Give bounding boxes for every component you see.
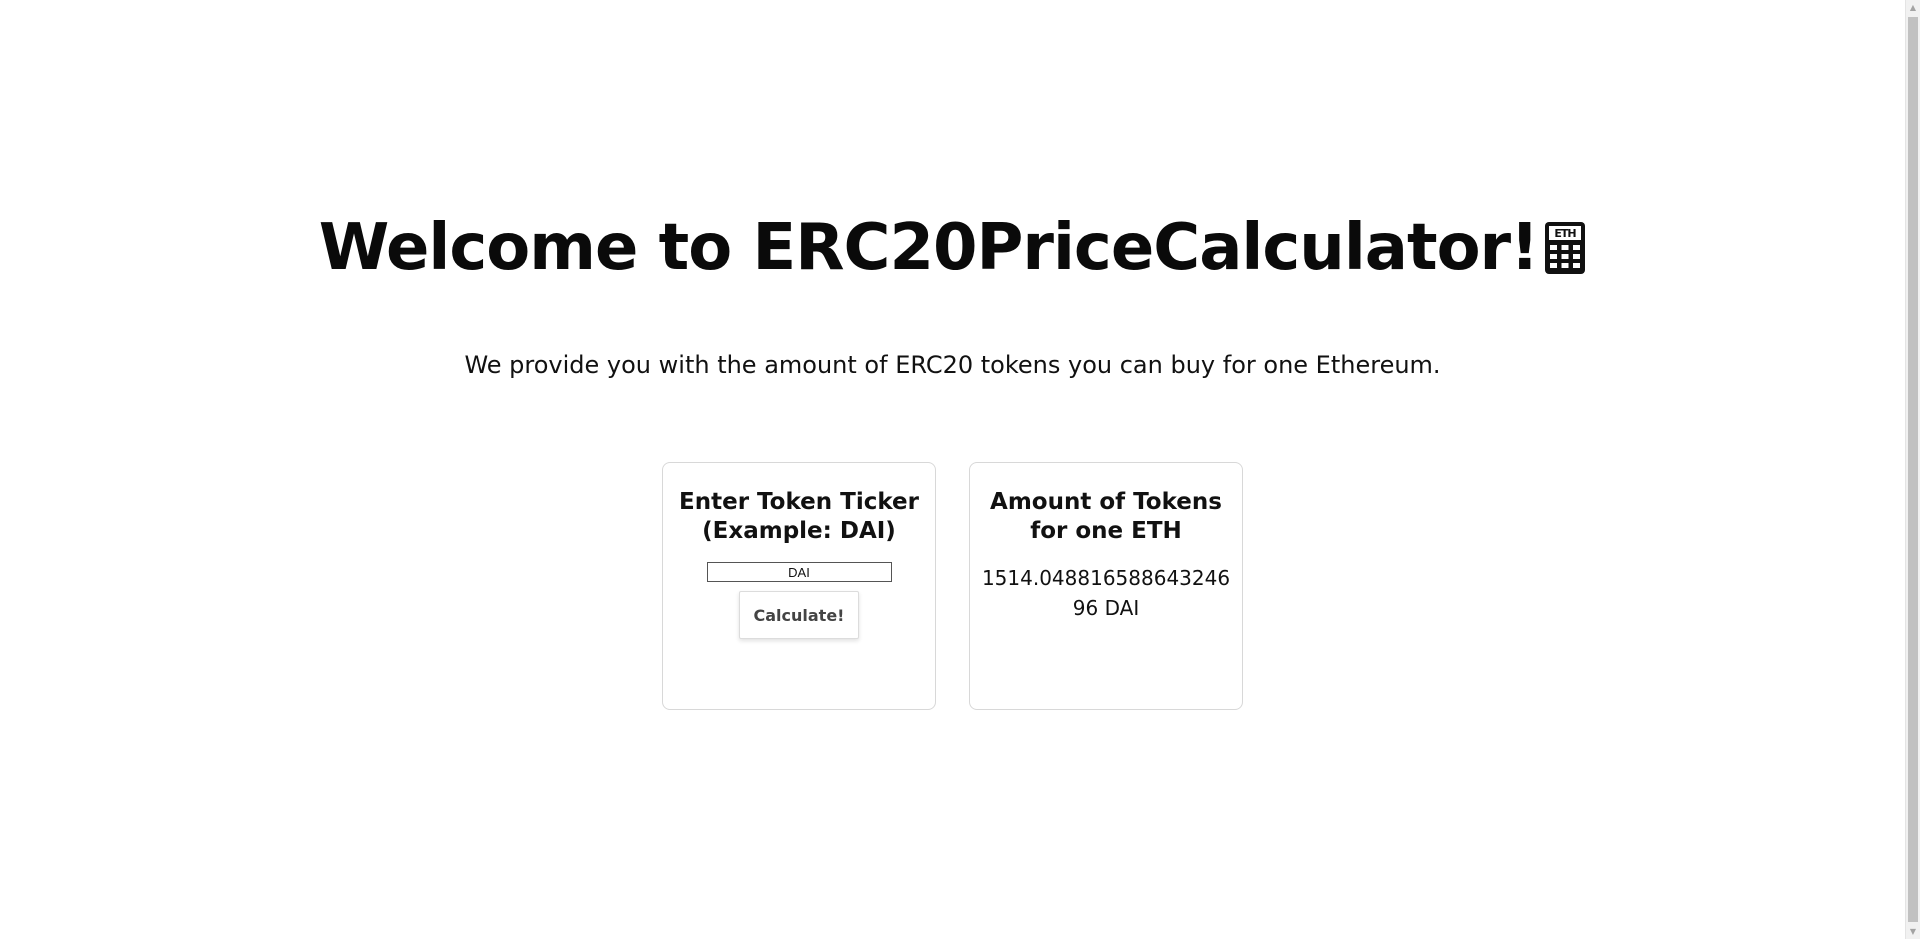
svg-text:ETH: ETH [1555,227,1577,240]
vertical-scrollbar[interactable]: ▲ ▼ [1905,0,1920,939]
page-subtitle: We provide you with the amount of ERC20 … [464,351,1441,379]
main-content: Welcome to ERC20PriceCalculator! ETH We … [0,0,1905,939]
ticker-input[interactable] [706,562,892,582]
scroll-down-arrow-icon[interactable]: ▼ [1906,924,1920,939]
calculate-button[interactable]: Calculate! [739,591,859,639]
token-amount-value: 1514.04881658864324696 DAI [981,566,1231,620]
scroll-up-arrow-icon[interactable]: ▲ [1906,0,1920,15]
ticker-input-card: Enter Token Ticker (Example: DAI) Calcul… [662,462,936,710]
result-card-heading: Amount of Tokens for one ETH [990,489,1222,544]
ticker-card-heading: Enter Token Ticker (Example: DAI) [679,489,919,544]
page-title: Welcome to ERC20PriceCalculator! ETH [0,208,1905,288]
page-title-text: Welcome to ERC20PriceCalculator! [318,211,1540,285]
scrollbar-thumb[interactable] [1908,17,1918,922]
page: Welcome to ERC20PriceCalculator! ETH We … [0,0,1920,939]
calculator-icon: ETH [1545,222,1586,274]
result-card: Amount of Tokens for one ETH 1514.048816… [969,462,1243,710]
